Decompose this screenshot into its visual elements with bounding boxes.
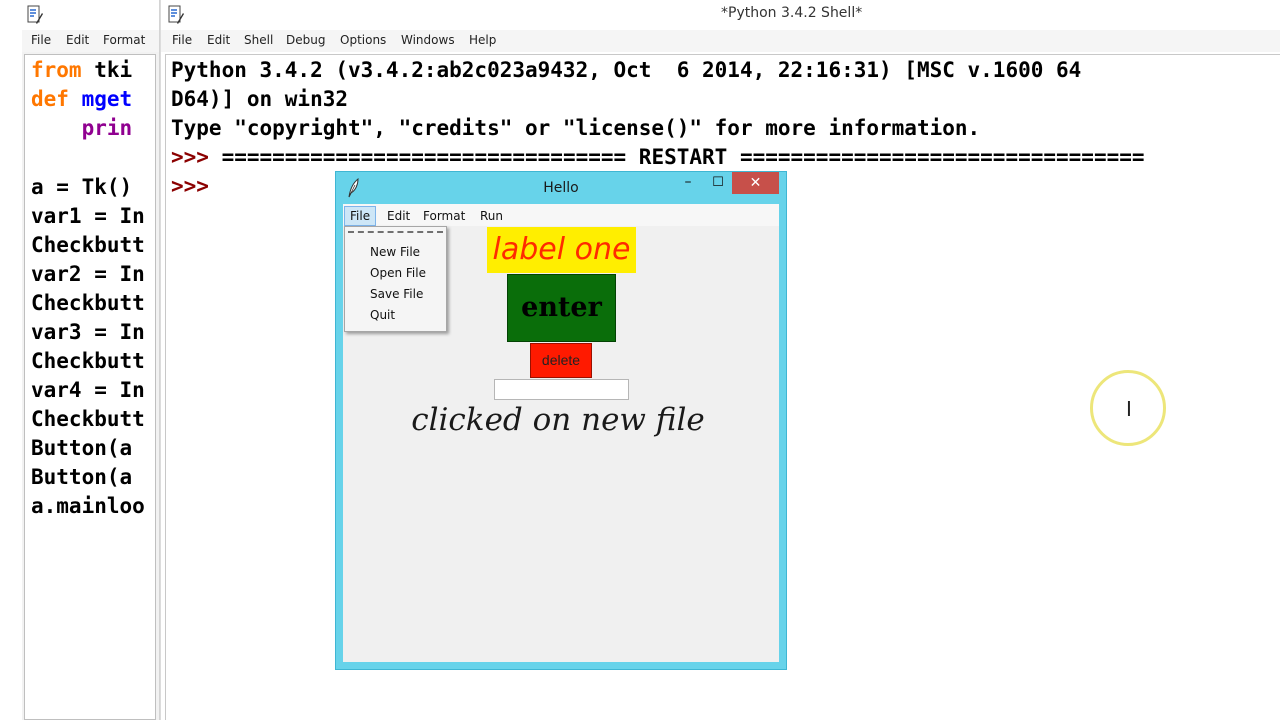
tk-feather-icon [346,177,360,202]
shell-menu-shell[interactable]: Shell [244,33,273,47]
hello-menu-format[interactable]: Format [417,206,471,226]
shell-prompt: >>> [171,174,209,198]
ibeam-cursor-icon: I [1126,397,1132,421]
hello-menu-edit[interactable]: Edit [381,206,416,226]
shell-line-text: D64)] on win32 [171,87,349,111]
code-line: Button(a [31,465,133,489]
menu-item-save-file[interactable]: Save File [370,284,423,304]
shell-line-text: ================================ RESTART… [208,145,1145,169]
shell-line-text: Python 3.4.2 (v3.4.2:ab2c023a9432, Oct 6… [171,58,1082,82]
shell-window-title: *Python 3.4.2 Shell* [721,5,863,21]
code-line: def mget [31,85,132,114]
shell-line: >>> [171,172,209,201]
code-line: Button(a [31,436,133,460]
code-keyword: def [31,87,69,111]
code-line: Checkbutt [31,233,145,257]
menu-item-open-file[interactable]: Open File [370,263,426,283]
idle-app-icon [26,5,44,29]
code-line: from tki [31,56,132,85]
code-line: var2 = In [31,262,145,286]
shell-menu-file[interactable]: File [172,33,192,47]
editor-window: File Edit Format from tki def mget prin … [22,0,160,720]
editor-menubar: File Edit Format [22,30,159,52]
editor-titlebar[interactable] [22,0,159,30]
hello-client-area: File Edit Format Run label one enter del… [343,204,779,662]
minimize-button[interactable]: – [674,172,702,194]
idle-app-icon [167,5,185,29]
shell-line: >>> ================================ RES… [171,143,1145,172]
text-entry[interactable] [494,379,629,400]
tearoff-line[interactable] [348,231,443,233]
hello-menu-run[interactable]: Run [474,206,509,226]
code-keyword: from [31,58,82,82]
shell-line-text: Type "copyright", "credits" or "license(… [171,116,981,140]
code-line: Checkbutt [31,291,145,315]
shell-menu-help[interactable]: Help [469,33,496,47]
editor-code-area[interactable]: from tki def mget prin a = Tk() var1 = I… [24,54,156,720]
shell-menubar: File Edit Shell Debug Options Windows He… [161,30,1280,52]
file-dropdown-menu: New File Open File Save File Quit [344,226,447,332]
enter-button[interactable]: enter [507,274,616,342]
shell-menu-debug[interactable]: Debug [286,33,325,47]
menu-item-new-file[interactable]: New File [370,242,420,262]
code-line: Checkbutt [31,407,145,431]
menu-item-quit[interactable]: Quit [370,305,395,325]
shell-menu-options[interactable]: Options [340,33,386,47]
maximize-button[interactable]: ☐ [704,172,732,194]
hello-window: Hello – ☐ ✕ File Edit Format Run label o… [335,171,787,670]
code-text: tki [81,58,133,82]
code-line: a.mainloo [31,494,145,518]
code-line: prin [31,114,133,143]
code-line: var3 = In [31,320,145,344]
code-line: var4 = In [31,378,145,402]
shell-line: Type "copyright", "credits" or "license(… [171,114,980,143]
editor-menu-edit[interactable]: Edit [66,33,89,47]
editor-menu-file[interactable]: File [31,33,51,47]
hello-menubar: File Edit Format Run [343,204,779,226]
editor-menu-format[interactable]: Format [103,33,145,47]
close-button[interactable]: ✕ [732,172,779,194]
shell-menu-edit[interactable]: Edit [207,33,230,47]
shell-line: Python 3.4.2 (v3.4.2:ab2c023a9432, Oct 6… [171,56,1081,85]
shell-prompt: >>> [171,145,209,169]
code-line: var1 = In [31,204,145,228]
hello-window-title: Hello [543,180,579,196]
code-line: Checkbutt [31,349,145,373]
desktop: File Edit Format from tki def mget prin … [0,0,1280,720]
shell-menu-windows[interactable]: Windows [401,33,455,47]
label-one: label one [487,227,636,273]
delete-button[interactable]: delete [530,343,592,378]
hello-titlebar[interactable]: Hello – ☐ ✕ [336,172,786,204]
shell-line: D64)] on win32 [171,85,348,114]
code-builtin: prin [81,116,133,140]
code-line: a = Tk() [31,175,133,199]
hello-menu-file[interactable]: File [344,206,377,226]
code-function-name: mget [68,87,133,111]
status-label: clicked on new file [411,402,705,438]
shell-titlebar[interactable]: *Python 3.4.2 Shell* [161,0,1280,30]
